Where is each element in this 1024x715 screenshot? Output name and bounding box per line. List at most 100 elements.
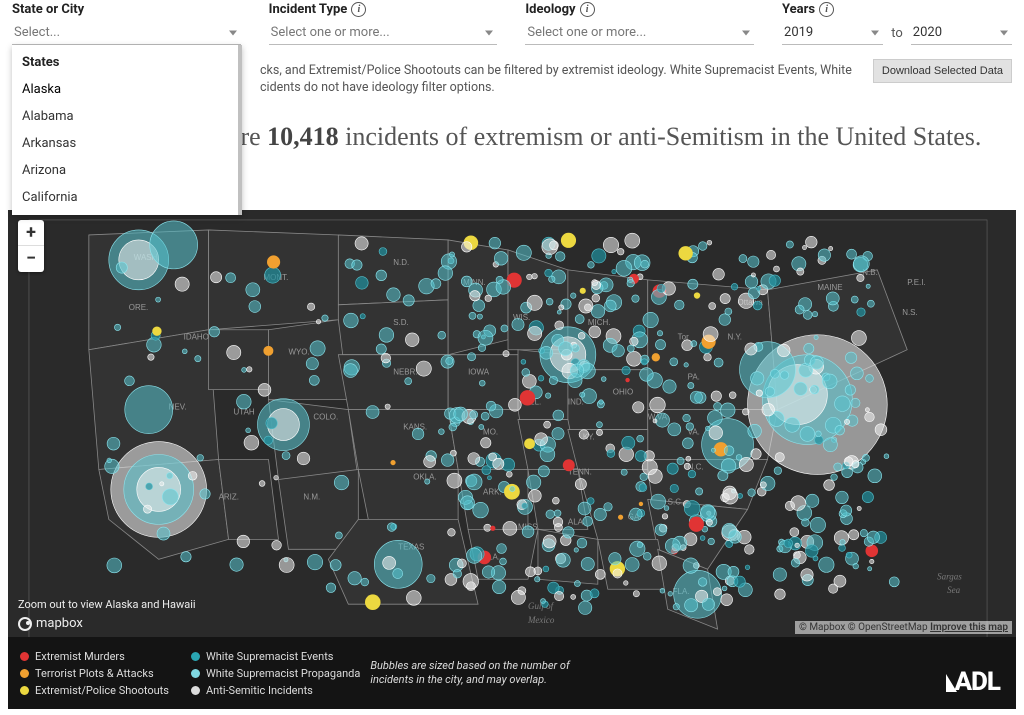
svg-text:NEBR.: NEBR. bbox=[393, 368, 417, 377]
legend-dot-icon bbox=[191, 669, 200, 678]
svg-text:P.E.I.: P.E.I. bbox=[907, 278, 925, 287]
legend-col-right: White Supremacist Events White Supremacis… bbox=[191, 650, 360, 697]
legend-label: Anti-Semitic Incidents bbox=[206, 684, 313, 697]
filter-ideology-label-text: Ideology bbox=[525, 2, 575, 17]
headline-suffix: incidents of extremism or anti-Semitism … bbox=[339, 122, 982, 151]
svg-text:OHIO: OHIO bbox=[613, 388, 633, 397]
info-icon[interactable]: i bbox=[580, 2, 595, 17]
svg-text:Mexico: Mexico bbox=[527, 615, 555, 625]
info-icon[interactable]: i bbox=[351, 2, 366, 17]
note-line-2: cidents do not have ideology filter opti… bbox=[260, 80, 495, 95]
map-legend: Extremist Murders Terrorist Plots & Attac… bbox=[8, 637, 1016, 709]
legend-dot-icon bbox=[20, 686, 29, 695]
adl-logo: ADL bbox=[946, 667, 1000, 697]
svg-text:N.D.: N.D. bbox=[393, 258, 409, 267]
dropdown-item-alabama[interactable]: Alabama bbox=[12, 103, 238, 130]
years-row: 2019 to 2020 bbox=[782, 21, 1012, 45]
dropdown-item-california[interactable]: California bbox=[12, 184, 238, 211]
svg-text:MICH.: MICH. bbox=[588, 318, 611, 327]
map-svg[interactable]: WASH.MONT.N.D.MINN.IDAHOS.D.WIS.MICH.ORE… bbox=[8, 210, 1016, 709]
mapbox-icon bbox=[18, 617, 32, 631]
legend-label: White Supremacist Propaganda bbox=[206, 667, 360, 680]
svg-text:COLO.: COLO. bbox=[313, 413, 338, 422]
attrib-mapbox[interactable]: © Mapbox bbox=[799, 622, 845, 633]
chevron-down-icon bbox=[1000, 30, 1008, 35]
adl-text: ADL bbox=[954, 667, 1000, 697]
legend-dot-icon bbox=[20, 652, 29, 661]
svg-text:PA.: PA. bbox=[688, 373, 700, 382]
filter-ideology-label: Ideology i bbox=[525, 0, 754, 21]
svg-text:WYO.: WYO. bbox=[288, 348, 309, 357]
state-select-placeholder: Select... bbox=[14, 25, 60, 40]
legend-columns: Extremist Murders Terrorist Plots & Attac… bbox=[20, 650, 360, 697]
mapbox-logo: mapbox bbox=[18, 616, 83, 631]
svg-text:IND.: IND. bbox=[568, 398, 584, 407]
svg-text:Sargas: Sargas bbox=[937, 571, 962, 581]
map-attribution: © Mapbox © OpenStreetMap Improve this ma… bbox=[795, 621, 1012, 634]
incident-select-placeholder: Select one or more... bbox=[271, 25, 390, 40]
dropdown-header: States bbox=[12, 49, 238, 76]
mapbox-label: mapbox bbox=[36, 616, 83, 631]
filters-row: State or City Select... States Alaska Al… bbox=[0, 0, 1024, 45]
svg-text:N.M.: N.M. bbox=[303, 492, 320, 501]
svg-text:S.D.: S.D. bbox=[393, 318, 409, 327]
legend-item[interactable]: Anti-Semitic Incidents bbox=[191, 684, 360, 697]
legend-label: White Supremacist Events bbox=[206, 650, 334, 663]
legend-label: Extremist Murders bbox=[35, 650, 125, 663]
year-to-value: 2020 bbox=[913, 25, 942, 40]
legend-col-left: Extremist Murders Terrorist Plots & Attac… bbox=[20, 650, 169, 697]
filter-incident-label-text: Incident Type bbox=[269, 2, 348, 17]
svg-text:ORE.: ORE. bbox=[129, 303, 148, 312]
chevron-down-icon bbox=[485, 30, 493, 35]
year-from-select[interactable]: 2019 bbox=[782, 21, 883, 45]
download-button[interactable]: Download Selected Data bbox=[873, 59, 1012, 83]
state-select[interactable]: Select... bbox=[12, 21, 241, 45]
incident-select[interactable]: Select one or more... bbox=[269, 21, 498, 45]
legend-dot-icon bbox=[20, 669, 29, 678]
legend-item[interactable]: Extremist Murders bbox=[20, 650, 169, 663]
svg-text:IOWA: IOWA bbox=[468, 368, 490, 377]
legend-item[interactable]: Terrorist Plots & Attacks bbox=[20, 667, 169, 680]
zoom-in-button[interactable]: + bbox=[18, 220, 44, 246]
zoom-out-button[interactable]: − bbox=[18, 246, 44, 272]
map-zoom-note: Zoom out to view Alaska and Hawaii bbox=[18, 598, 196, 611]
chevron-down-icon bbox=[742, 30, 750, 35]
legend-item[interactable]: Extremist/Police Shootouts bbox=[20, 684, 169, 697]
legend-note: Bubbles are sized based on the number of… bbox=[370, 659, 610, 688]
svg-text:MAINE: MAINE bbox=[817, 283, 842, 292]
filter-ideology: Ideology i Select one or more... bbox=[525, 0, 754, 45]
filter-years: Years i 2019 to 2020 bbox=[782, 0, 1012, 45]
zoom-control: + − bbox=[18, 220, 44, 272]
state-dropdown: States Alaska Alabama Arkansas Arizona C… bbox=[12, 45, 242, 215]
info-icon[interactable]: i bbox=[819, 2, 834, 17]
legend-item[interactable]: White Supremacist Propaganda bbox=[191, 667, 360, 680]
year-from-value: 2019 bbox=[784, 25, 813, 40]
svg-text:N.S.: N.S. bbox=[902, 308, 918, 317]
attrib-osm[interactable]: © OpenStreetMap bbox=[848, 622, 928, 633]
legend-item[interactable]: White Supremacist Events bbox=[191, 650, 360, 663]
legend-label: Extremist/Police Shootouts bbox=[35, 684, 169, 697]
svg-text:N.Y.: N.Y. bbox=[728, 333, 742, 342]
svg-text:MO.: MO. bbox=[483, 428, 498, 437]
svg-text:S.C.: S.C. bbox=[668, 497, 684, 506]
headline-count: 10,418 bbox=[267, 122, 339, 151]
dropdown-item-alaska[interactable]: Alaska bbox=[12, 76, 238, 103]
chevron-down-icon bbox=[871, 30, 879, 35]
map-container: + − bbox=[8, 210, 1016, 709]
attrib-improve[interactable]: Improve this map bbox=[930, 622, 1008, 633]
filter-years-label-text: Years bbox=[782, 2, 815, 17]
svg-text:IDAHO: IDAHO bbox=[184, 333, 209, 342]
filter-state: State or City Select... States Alaska Al… bbox=[12, 0, 241, 45]
legend-dot-icon bbox=[191, 686, 200, 695]
filter-incident-label: Incident Type i bbox=[269, 0, 498, 21]
year-to-select[interactable]: 2020 bbox=[911, 21, 1012, 45]
dropdown-item-arkansas[interactable]: Arkansas bbox=[12, 130, 238, 157]
svg-text:Sea: Sea bbox=[947, 585, 960, 595]
ideology-select-placeholder: Select one or more... bbox=[527, 25, 646, 40]
years-to-word: to bbox=[891, 26, 903, 45]
dropdown-item-arizona[interactable]: Arizona bbox=[12, 157, 238, 184]
ideology-select[interactable]: Select one or more... bbox=[525, 21, 754, 45]
svg-text:ARIZ.: ARIZ. bbox=[219, 492, 239, 501]
filter-years-label: Years i bbox=[782, 0, 1012, 21]
legend-label: Terrorist Plots & Attacks bbox=[35, 667, 154, 680]
